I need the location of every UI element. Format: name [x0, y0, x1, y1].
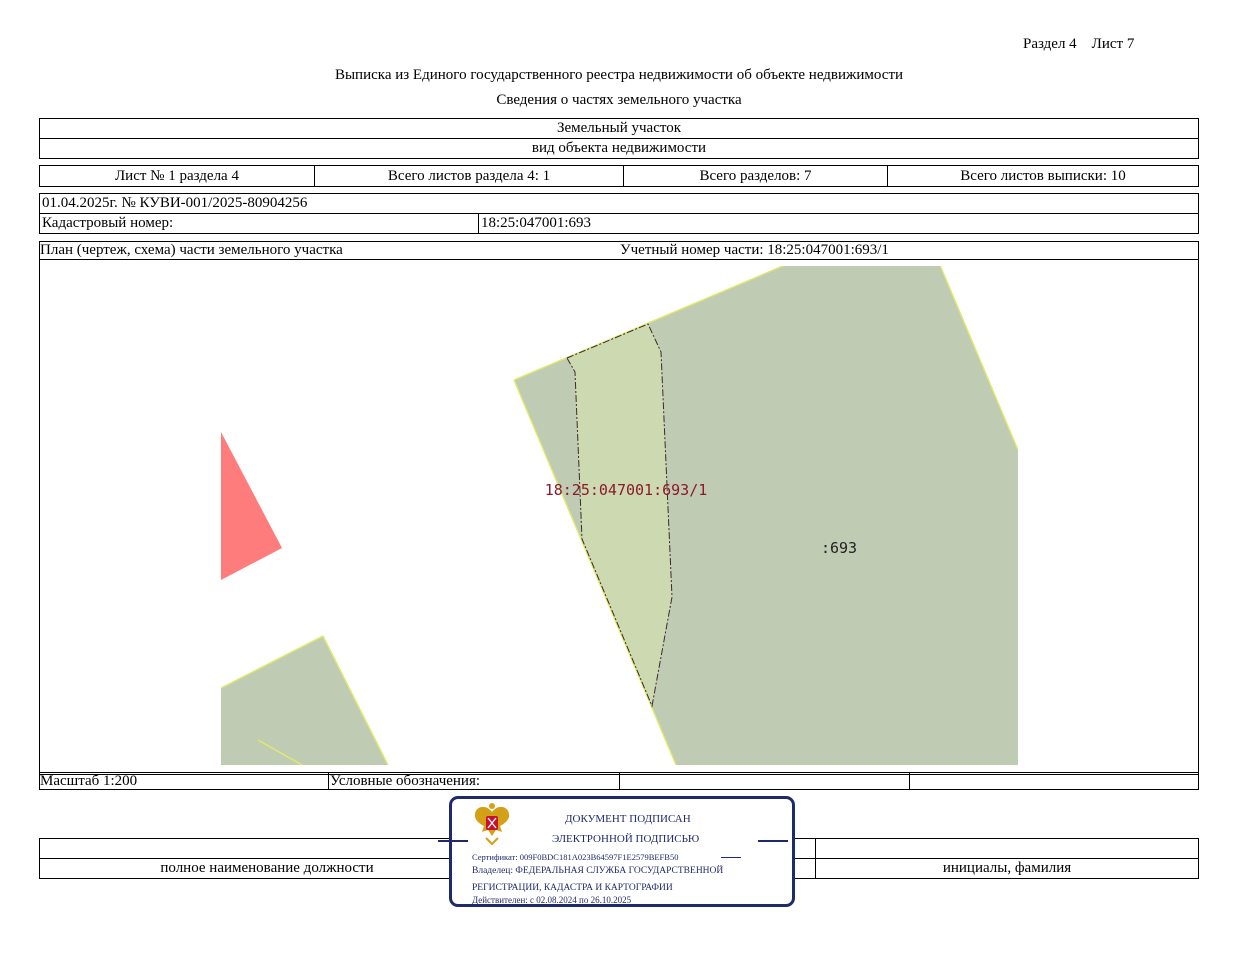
red-zone-area — [221, 432, 282, 580]
electronic-signature-stamp: ДОКУМЕНТ ПОДПИСАН ЭЛЕКТРОННОЙ ПОДПИСЬЮ С… — [438, 796, 795, 907]
stamp-valid-period: Действителен: с 02.08.2024 по 26.10.2025 — [472, 895, 632, 905]
name-caption: инициалы, фамилия — [942, 860, 1072, 876]
stamp-line1: ДОКУМЕНТ ПОДПИСАН — [565, 813, 691, 825]
part-693-1-area — [566, 323, 673, 708]
neighbour-parcel-area — [221, 636, 388, 765]
position-caption: полное наименование должности — [160, 860, 374, 876]
stamp-owner-line1: Владелец: ФЕДЕРАЛЬНАЯ СЛУЖБА ГОСУДАРСТВЕ… — [472, 866, 724, 876]
scale: Масштаб 1:200 — [40, 772, 138, 789]
stamp-owner-line2: РЕГИСТРАЦИИ, КАДАСТРА И КАРТОГРАФИИ — [472, 883, 673, 893]
part-693-1-label: 18:25:047001:693/1 — [545, 481, 708, 499]
scale-row: Масштаб 1:200 Условные обозначения: — [39, 772, 1199, 790]
stamp-line2: ЭЛЕКТРОННОЙ ПОДПИСЬЮ — [552, 833, 700, 845]
parcel-693-label: :693 — [821, 539, 857, 557]
stamp-certificate: Сертификат: 009F0BDC181A023B64597F1E2579… — [472, 852, 679, 862]
coat-of-arms-icon — [474, 803, 510, 846]
legend-label: Условные обозначения: — [330, 772, 481, 789]
